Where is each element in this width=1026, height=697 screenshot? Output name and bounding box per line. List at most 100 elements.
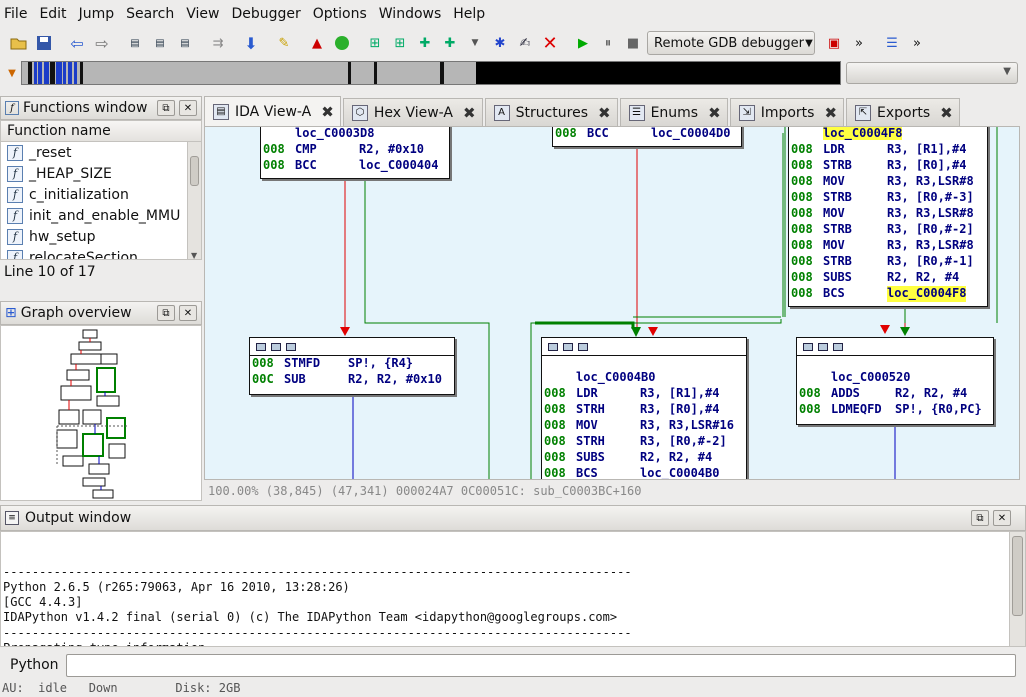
node-label[interactable]: loc_C0003D8 (295, 127, 374, 140)
close-icon[interactable]: ✕ (993, 510, 1011, 526)
float-icon[interactable]: ⧉ (157, 305, 175, 321)
instruction-line[interactable]: 008 CMP R2, #0x10 (261, 142, 449, 158)
add-struct-icon[interactable]: ✚ (414, 32, 436, 54)
tab-imports[interactable]: ⇲ Imports ✖ (729, 98, 845, 126)
immediate-search-icon[interactable]: ▤ (174, 32, 196, 54)
binary-search-icon[interactable]: ▤ (124, 32, 146, 54)
node-label[interactable]: loc_C0004F8 (823, 127, 903, 140)
instruction-line[interactable]: 008 MOV R3, R3,LSR#16 (542, 418, 746, 434)
instruction-line[interactable]: 008 BCC loc_C0004D0 (553, 127, 741, 142)
stop-icon[interactable]: ■ (622, 32, 644, 54)
save-icon[interactable] (33, 32, 55, 54)
navigation-combo[interactable]: ▼ (846, 62, 1018, 84)
jump-icon[interactable]: ⇉ (207, 32, 229, 54)
text-search-icon[interactable]: ▤ (149, 32, 171, 54)
add-data-icon[interactable]: ⊞ (389, 32, 411, 54)
function-list-item[interactable]: f init_and_enable_MMU (1, 205, 201, 226)
float-icon[interactable]: ⧉ (157, 100, 175, 116)
node-toolbar-icon[interactable] (271, 342, 281, 351)
instruction-line[interactable]: 008 STMFD SP!, {R4} (250, 356, 454, 372)
close-icon[interactable]: ✕ (179, 100, 197, 116)
instruction-line[interactable]: 008 STRB R3, [R0,#-2] (789, 222, 987, 238)
close-icon[interactable]: ✕ (179, 305, 197, 321)
pause-icon[interactable]: ⏸ (597, 32, 619, 54)
menu-edit[interactable]: Edit (39, 6, 72, 22)
graph-node-loc-c000520[interactable]: loc_C000520 008 ADDS R2, R2, #4 008 LDMEQFD SP… (796, 337, 994, 425)
graph-node-loc-c0003d8[interactable]: loc_C0003D8 008 CMP R2, #0x10 008 BCC loc_C000… (260, 127, 450, 179)
graph-node-loc-c0004b0[interactable]: loc_C0004B0 008 LDR R3, [R1],#4 008 STRH R3, [… (541, 337, 747, 479)
function-name-column-header[interactable]: Function name (0, 120, 202, 142)
warning-icon[interactable]: ▲ (306, 32, 328, 54)
node-toolbar-icon[interactable] (256, 342, 266, 351)
instruction-line[interactable]: 008 SUBS R2, R2, #4 (789, 270, 987, 286)
tab-enums[interactable]: ☰ Enums ✖ (619, 98, 728, 126)
navigation-strip[interactable] (21, 61, 841, 85)
node-label[interactable]: loc_C0004B0 (576, 370, 655, 384)
graph-node-stmfd[interactable]: 008 STMFD SP!, {R4} 00C SUB R2, R2, #0x10 (249, 337, 455, 395)
menu-windows[interactable]: Windows (379, 6, 448, 22)
output-text[interactable]: ----------------------------------------… (0, 531, 1026, 647)
forward-arrow-icon[interactable]: ⇨ (91, 32, 113, 54)
debugger-select[interactable]: Remote GDB debugger ▼ (647, 31, 815, 55)
tab-ida-view-a[interactable]: ▤ IDA View-A ✖ (204, 96, 341, 126)
green-circle-icon[interactable] (331, 32, 353, 54)
python-button[interactable]: Python (0, 653, 66, 677)
edit-icon[interactable]: ✍ (514, 32, 536, 54)
list-icon[interactable]: ☰ (881, 32, 903, 54)
function-list-item[interactable]: f relocateSection (1, 247, 201, 259)
node-toolbar-icon[interactable] (563, 342, 573, 351)
instruction-line[interactable]: 008 MOV R3, R3,LSR#8 (789, 238, 987, 254)
node-toolbar-icon[interactable] (803, 342, 813, 351)
menu-view[interactable]: View (186, 6, 225, 22)
instruction-line[interactable]: 008 LDR R3, [R1],#4 (542, 386, 746, 402)
instruction-line[interactable]: 008 BCC loc_C000404 (261, 158, 449, 174)
add-enum-icon[interactable]: ✚ (439, 32, 461, 54)
toolbar-overflow-icon[interactable]: » (848, 32, 870, 54)
node-toolbar-icon[interactable] (578, 342, 588, 351)
instruction-line[interactable]: 008 STRH R3, [R0,#-2] (542, 434, 746, 450)
down-arrow-icon[interactable]: ⬇ (240, 32, 262, 54)
menu-file[interactable]: File (4, 6, 33, 22)
node-toolbar-icon[interactable] (286, 342, 296, 351)
instruction-line[interactable]: 008 MOV R3, R3,LSR#8 (789, 174, 987, 190)
add-code-icon[interactable]: ⊞ (364, 32, 386, 54)
graph-node-bcc-c0004d0[interactable]: 008 BCC loc_C0004D0 (552, 127, 742, 147)
ida-graph-view[interactable]: loc_C0003D8 008 CMP R2, #0x10 008 BCC loc_C000… (204, 126, 1020, 480)
instruction-line[interactable]: 008 STRB R3, [R0],#4 (789, 158, 987, 174)
instruction-line[interactable]: 008 STRB R3, [R0,#-3] (789, 190, 987, 206)
float-icon[interactable]: ⧉ (971, 510, 989, 526)
node-toolbar-icon[interactable] (548, 342, 558, 351)
toolbar-overflow-icon-2[interactable]: » (906, 32, 928, 54)
mark-icon[interactable]: ✎ (273, 32, 295, 54)
instruction-line[interactable]: 008 BCS loc_C0004B0 (542, 466, 746, 479)
graph-node-loc-c0004f8[interactable]: loc_C0004F8 008 LDR R3, [R1],#4 008 STRB R3, [… (788, 127, 988, 307)
instruction-line[interactable]: 008 SUBS R2, R2, #4 (542, 450, 746, 466)
menu-search[interactable]: Search (126, 6, 180, 22)
tab-close-icon[interactable]: ✖ (463, 104, 476, 122)
tab-close-icon[interactable]: ✖ (321, 103, 334, 121)
menu-debugger[interactable]: Debugger (231, 6, 306, 22)
instruction-line[interactable]: 008 ADDS R2, R2, #4 (797, 386, 993, 402)
menu-options[interactable]: Options (313, 6, 373, 22)
play-icon[interactable]: ▶ (572, 32, 594, 54)
tab-close-icon[interactable]: ✖ (940, 104, 953, 122)
instruction-line[interactable]: 008 STRB R3, [R0,#-1] (789, 254, 987, 270)
tab-hex-view-a[interactable]: ⬡ Hex View-A ✖ (342, 98, 483, 126)
python-command-input[interactable] (66, 653, 1016, 677)
function-list-item[interactable]: f _reset (1, 142, 201, 163)
open-folder-icon[interactable] (8, 32, 30, 54)
instruction-line[interactable]: 008 LDMEQFD SP!, {R0,PC} (797, 402, 993, 418)
menu-help[interactable]: Help (453, 6, 491, 22)
functions-scrollbar[interactable]: ▼ (187, 142, 201, 259)
graph-overview-canvas[interactable] (0, 325, 202, 501)
close-red-icon[interactable]: ✕ (539, 32, 561, 54)
node-label[interactable]: loc_C000520 (831, 370, 910, 384)
instruction-line[interactable]: 008 LDR R3, [R1],#4 (789, 142, 987, 158)
output-scrollbar[interactable] (1009, 532, 1025, 646)
breakpoint-star-icon[interactable]: ✱ (489, 32, 511, 54)
function-list-item[interactable]: f _HEAP_SIZE (1, 163, 201, 184)
navigation-band[interactable]: ▼ (6, 60, 842, 86)
settings-dialog-icon[interactable]: ▣ (823, 32, 845, 54)
instruction-line[interactable]: 008 MOV R3, R3,LSR#8 (789, 206, 987, 222)
back-arrow-icon[interactable]: ⇦ (66, 32, 88, 54)
